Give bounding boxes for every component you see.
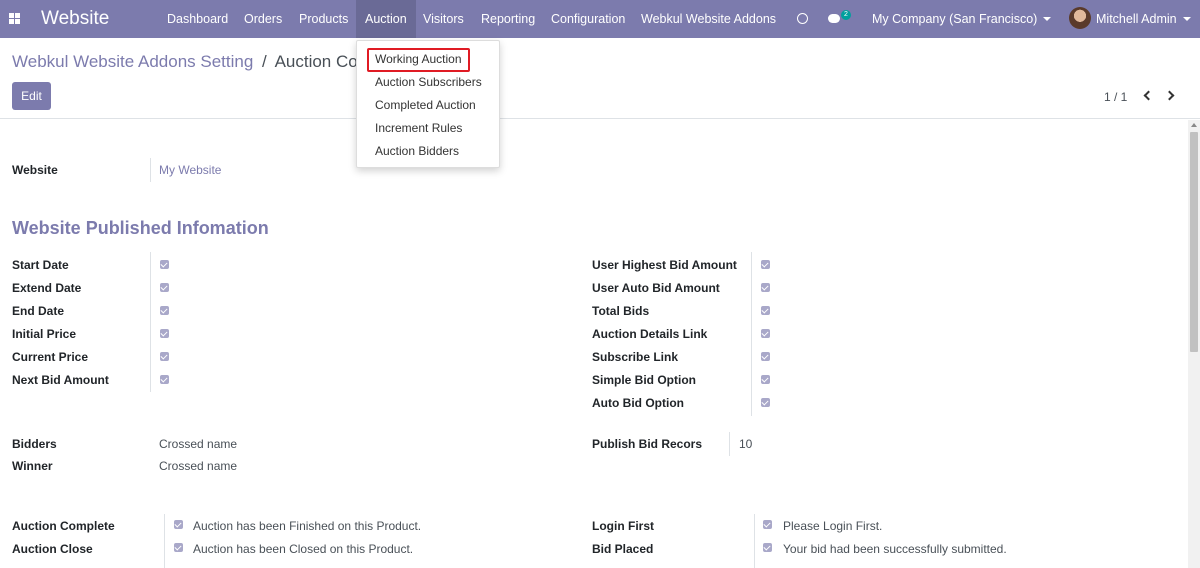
message-text: Auction has been Finished on this Produc… bbox=[193, 519, 422, 533]
chat-icon[interactable] bbox=[828, 14, 840, 23]
checkbox[interactable] bbox=[160, 283, 169, 292]
menu-webkul-addons[interactable]: Webkul Website Addons bbox=[632, 0, 785, 38]
checkbox[interactable] bbox=[174, 520, 183, 529]
divider bbox=[729, 432, 730, 456]
pager-next-button[interactable] bbox=[1164, 89, 1177, 103]
bidders-label: Bidders bbox=[12, 437, 57, 451]
checkbox[interactable] bbox=[761, 398, 770, 407]
divider bbox=[164, 514, 165, 568]
checkbox[interactable] bbox=[160, 306, 169, 315]
top-navbar: Website Dashboard Orders Products Auctio… bbox=[0, 0, 1200, 38]
bidders-value: Crossed name bbox=[159, 437, 238, 451]
menu-dashboard[interactable]: Dashboard bbox=[158, 0, 237, 38]
winner-label: Winner bbox=[12, 459, 53, 473]
field-label: Initial Price bbox=[12, 327, 77, 341]
divider bbox=[150, 252, 151, 392]
divider bbox=[751, 252, 752, 416]
publish-bid-records-value: 10 bbox=[739, 437, 753, 451]
pager-previous-button[interactable] bbox=[1141, 89, 1154, 103]
menu-auction[interactable]: Auction bbox=[356, 0, 416, 38]
checkbox[interactable] bbox=[761, 352, 770, 361]
checkbox[interactable] bbox=[160, 375, 169, 384]
field-label: Total Bids bbox=[592, 304, 650, 318]
dropdown-item-completed-auction[interactable]: Completed Auction bbox=[357, 94, 499, 117]
field-label: Auction Complete bbox=[12, 519, 115, 533]
field-label: User Auto Bid Amount bbox=[592, 281, 720, 295]
highlight-box bbox=[367, 48, 470, 72]
checkbox[interactable] bbox=[160, 329, 169, 338]
checkbox[interactable] bbox=[761, 306, 770, 315]
user-menu[interactable]: Mitchell Admin bbox=[1096, 0, 1191, 38]
checkbox[interactable] bbox=[763, 543, 772, 552]
checkbox[interactable] bbox=[761, 375, 770, 384]
field-label: Bid Placed bbox=[592, 542, 654, 556]
caret-down-icon bbox=[1043, 17, 1052, 21]
chevron-right-icon bbox=[1164, 90, 1175, 101]
field-label: Simple Bid Option bbox=[592, 373, 696, 387]
dropdown-item-auction-subscribers[interactable]: Auction Subscribers bbox=[357, 71, 499, 94]
pager-value[interactable]: 1 / 1 bbox=[1104, 90, 1127, 104]
menu-visitors[interactable]: Visitors bbox=[414, 0, 473, 38]
checkbox[interactable] bbox=[763, 520, 772, 529]
field-label: Next Bid Amount bbox=[12, 373, 109, 387]
breadcrumb: Webkul Website Addons Setting / Auction … bbox=[12, 52, 372, 72]
field-label: End Date bbox=[12, 304, 65, 318]
field-label: Start Date bbox=[12, 258, 69, 272]
scroll-up-arrow-icon[interactable] bbox=[1191, 123, 1197, 127]
checkbox[interactable] bbox=[761, 260, 770, 269]
website-value-link[interactable]: My Website bbox=[159, 163, 221, 177]
caret-down-icon bbox=[1182, 17, 1191, 21]
divider bbox=[754, 514, 755, 568]
dropdown-item-auction-bidders[interactable]: Auction Bidders bbox=[357, 140, 499, 163]
message-text: Your bid had been successfully submitted… bbox=[783, 542, 1007, 556]
company-switcher[interactable]: My Company (San Francisco) bbox=[872, 0, 1052, 38]
field-label: Current Price bbox=[12, 350, 89, 364]
edit-button[interactable]: Edit bbox=[12, 82, 51, 110]
form-sheet: Website My Website Website Published Inf… bbox=[0, 120, 1188, 568]
checkbox[interactable] bbox=[761, 329, 770, 338]
chat-count-badge: 2 bbox=[841, 10, 851, 20]
checkbox[interactable] bbox=[160, 352, 169, 361]
menu-orders[interactable]: Orders bbox=[235, 0, 291, 38]
publish-bid-records-label: Publish Bid Recors bbox=[592, 437, 703, 451]
user-name: Mitchell Admin bbox=[1096, 12, 1177, 26]
field-label: Auction Close bbox=[12, 542, 93, 556]
scrollbar-thumb[interactable] bbox=[1190, 132, 1198, 352]
website-label: Website bbox=[12, 163, 58, 177]
vertical-scrollbar[interactable] bbox=[1188, 120, 1200, 568]
company-name: My Company (San Francisco) bbox=[872, 12, 1038, 26]
user-avatar[interactable] bbox=[1069, 7, 1091, 29]
field-label: Extend Date bbox=[12, 281, 82, 295]
field-label: User Highest Bid Amount bbox=[592, 258, 737, 272]
clock-icon[interactable] bbox=[797, 13, 808, 24]
field-label: Auction Details Link bbox=[592, 327, 708, 341]
breadcrumb-parent[interactable]: Webkul Website Addons Setting bbox=[12, 52, 253, 71]
message-text: Please Login First. bbox=[783, 519, 883, 533]
menu-reporting[interactable]: Reporting bbox=[472, 0, 544, 38]
checkbox[interactable] bbox=[160, 260, 169, 269]
message-text: Auction has been Closed on this Product. bbox=[193, 542, 414, 556]
dropdown-item-increment-rules[interactable]: Increment Rules bbox=[357, 117, 499, 140]
section-title: Website Published Infomation bbox=[12, 218, 269, 238]
app-brand[interactable]: Website bbox=[41, 8, 109, 30]
control-panel: Webkul Website Addons Setting / Auction … bbox=[0, 38, 1200, 119]
field-label: Subscribe Link bbox=[592, 350, 679, 364]
chevron-left-icon bbox=[1143, 90, 1154, 101]
winner-value: Crossed name bbox=[159, 459, 238, 473]
divider bbox=[150, 158, 151, 182]
menu-configuration[interactable]: Configuration bbox=[542, 0, 634, 38]
apps-menu-icon[interactable] bbox=[9, 13, 20, 24]
auction-dropdown-menu: Working Auction Auction Subscribers Comp… bbox=[356, 40, 500, 168]
checkbox[interactable] bbox=[174, 543, 183, 552]
breadcrumb-separator: / bbox=[262, 52, 267, 71]
field-label: Auto Bid Option bbox=[592, 396, 684, 410]
checkbox[interactable] bbox=[761, 283, 770, 292]
menu-products[interactable]: Products bbox=[290, 0, 357, 38]
field-label: Login First bbox=[592, 519, 654, 533]
